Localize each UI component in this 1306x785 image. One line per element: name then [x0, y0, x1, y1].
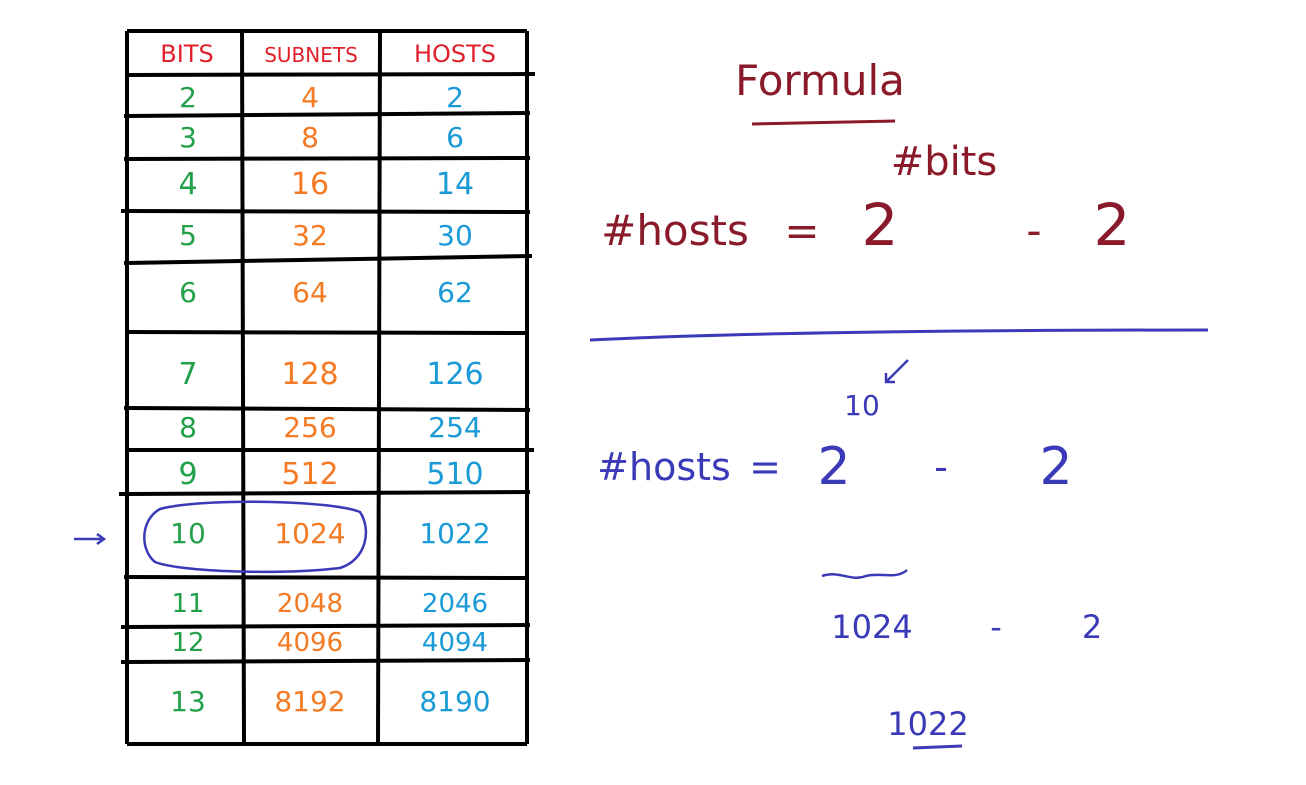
row-divider — [123, 254, 533, 265]
underbrace — [821, 568, 908, 579]
cell-bits: 8 — [179, 411, 197, 444]
cell-hosts: 14 — [436, 167, 474, 202]
cell-subnets: 32 — [292, 219, 328, 252]
cell-subnets: 2048 — [277, 589, 343, 619]
row-pointer-arrow-icon — [74, 532, 107, 546]
table-row: 5 32 30 — [179, 219, 473, 252]
cell-bits: 13 — [170, 685, 206, 718]
cell-subnets: 512 — [281, 457, 338, 492]
formula-subtract: 2 — [1094, 191, 1131, 259]
cell-subnets: 64 — [292, 276, 328, 309]
row-divider — [123, 406, 531, 412]
cell-bits: 7 — [178, 357, 197, 392]
table-row: 6 64 62 — [179, 276, 473, 309]
cell-hosts: 62 — [437, 276, 473, 309]
cell-hosts: 30 — [437, 219, 473, 252]
cell-hosts: 2046 — [422, 589, 488, 619]
cell-hosts: 1022 — [419, 517, 490, 550]
cell-bits: 12 — [171, 628, 204, 658]
table-row: 11 2048 2046 — [171, 589, 488, 619]
row-divider — [120, 209, 531, 214]
formula-minus: - — [1026, 206, 1041, 255]
header-hosts: HOSTS — [414, 40, 496, 68]
cell-bits: 3 — [179, 121, 197, 154]
row-divider — [120, 658, 531, 664]
formula-equals: = — [784, 206, 819, 255]
table-row: 8 256 254 — [179, 411, 482, 444]
formula-base: 2 — [862, 191, 899, 259]
example-equals: = — [749, 445, 781, 489]
row-divider — [126, 330, 528, 335]
cell-hosts: 126 — [426, 357, 483, 392]
row-divider — [123, 575, 528, 580]
example-lhs: #hosts — [597, 445, 731, 489]
step-value: 1024 — [831, 608, 912, 646]
example-result: 1022 — [887, 705, 968, 743]
formula-exponent: #bits — [891, 139, 998, 185]
row-divider — [120, 623, 531, 629]
cell-subnets: 8192 — [274, 685, 345, 718]
cell-subnets: 16 — [291, 167, 329, 202]
cell-subnets: 4 — [301, 81, 319, 114]
cell-hosts: 2 — [446, 81, 464, 114]
table-row: 7 128 126 — [178, 357, 483, 392]
cell-subnets: 8 — [301, 121, 319, 154]
formula-title: Formula — [735, 56, 905, 105]
column-divider-bits — [240, 30, 246, 745]
cell-subnets: 1024 — [274, 517, 345, 550]
cell-bits: 2 — [179, 81, 197, 114]
cell-subnets: 256 — [283, 411, 336, 444]
result-underline — [912, 744, 963, 750]
formula-title-underline — [751, 119, 896, 126]
formula-lhs: #hosts — [601, 206, 749, 255]
cell-bits: 11 — [171, 589, 204, 619]
cell-hosts: 254 — [428, 411, 481, 444]
table-row: 13 8192 8190 — [170, 685, 490, 718]
header-subnets: SUBNETS — [264, 43, 358, 67]
table-row: 4 16 14 — [178, 167, 474, 202]
example-minus: - — [934, 445, 948, 489]
table-rows: 2 4 23 8 64 16 145 32 306 64 627 128 1268 256 2549 512 5… — [170, 81, 490, 718]
row-divider — [118, 490, 531, 496]
example-exponent: 10 — [844, 389, 880, 422]
whiteboard: BITS SUBNETS HOSTS 2 4 23 8 64 16 145 32 306 64 62… — [74, 29, 1209, 750]
row-divider — [123, 156, 531, 161]
table-header: BITS SUBNETS HOSTS — [160, 40, 496, 68]
step-minus: - — [990, 608, 1002, 646]
cell-bits: 4 — [178, 167, 197, 202]
cell-hosts: 8190 — [419, 685, 490, 718]
cell-bits: 10 — [170, 517, 206, 550]
cell-hosts: 510 — [426, 457, 483, 492]
table-row: 3 8 6 — [179, 121, 464, 154]
section-divider — [589, 328, 1209, 342]
cell-hosts: 4094 — [422, 628, 488, 658]
table-row: 2 4 2 — [179, 81, 464, 114]
exponent-arrow-icon — [884, 359, 909, 384]
cell-bits: 6 — [179, 276, 197, 309]
table-row: 9 512 510 — [178, 457, 483, 492]
row-divider — [125, 72, 536, 77]
example-base: 2 — [817, 437, 850, 497]
cell-bits: 5 — [179, 219, 197, 252]
header-bits: BITS — [160, 40, 213, 68]
cell-subnets: 128 — [281, 357, 338, 392]
example-section: 10 #hosts = 2 - 2 1024 - 2 1022 — [597, 359, 1102, 750]
cell-subnets: 4096 — [277, 628, 343, 658]
formula-section: Formula #bits #hosts = 2 - 2 — [601, 56, 1130, 259]
column-divider-subnets — [376, 30, 382, 745]
cell-bits: 9 — [178, 457, 197, 492]
table-row: 12 4096 4094 — [171, 628, 488, 658]
table-row: 10 1024 1022 — [170, 517, 490, 550]
step-subtract: 2 — [1082, 608, 1102, 646]
example-subtract: 2 — [1039, 437, 1072, 497]
cell-hosts: 6 — [446, 121, 464, 154]
